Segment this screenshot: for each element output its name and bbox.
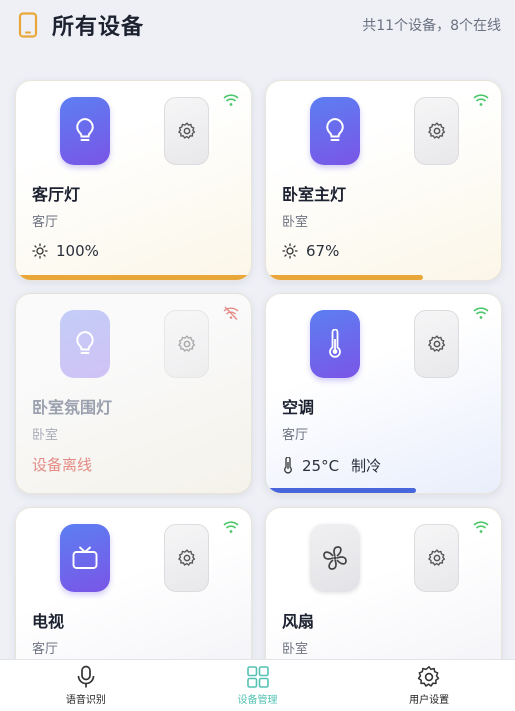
thermometer-small-icon bbox=[284, 457, 292, 474]
device-room: 客厅 bbox=[32, 215, 59, 230]
gear-icon bbox=[177, 122, 195, 139]
device-name: 风扇 bbox=[282, 612, 315, 631]
lightbulb-icon bbox=[60, 310, 110, 378]
wifi-off-icon bbox=[223, 306, 239, 320]
thermometer-icon[interactable] bbox=[310, 310, 360, 378]
gear-icon bbox=[427, 335, 445, 352]
temperature-bar bbox=[266, 488, 417, 493]
temperature-value: 25°C bbox=[302, 456, 340, 475]
device-card-bedroom-main-light[interactable]: 卧室主灯 卧室 67% bbox=[265, 80, 502, 281]
brightness-icon bbox=[282, 243, 298, 259]
device-settings-button[interactable] bbox=[164, 97, 209, 165]
offline-status: 设备离线 bbox=[32, 456, 93, 474]
gear-icon bbox=[417, 666, 440, 687]
device-status: 67% bbox=[282, 242, 339, 260]
device-name: 客厅灯 bbox=[32, 185, 81, 204]
device-name: 卧室主灯 bbox=[282, 185, 347, 204]
ac-mode: 制冷 bbox=[351, 457, 382, 475]
device-card-air-conditioner[interactable]: 空调 客厅 25°C 制冷 bbox=[265, 293, 502, 494]
wifi-icon bbox=[473, 94, 489, 106]
device-room: 客厅 bbox=[32, 642, 59, 657]
wifi-icon bbox=[223, 521, 239, 533]
fan-icon[interactable] bbox=[310, 524, 360, 592]
tab-label: 设备管理 bbox=[237, 695, 278, 706]
brightness-bar bbox=[16, 275, 251, 280]
brightness-icon bbox=[32, 243, 48, 259]
wifi-icon bbox=[473, 521, 489, 533]
gear-icon bbox=[427, 122, 445, 139]
device-settings-button[interactable] bbox=[414, 310, 459, 378]
lightbulb-icon[interactable] bbox=[60, 97, 110, 165]
device-room: 卧室 bbox=[282, 642, 309, 657]
grid-icon bbox=[246, 666, 269, 688]
device-settings-button[interactable] bbox=[414, 524, 459, 592]
tv-icon[interactable] bbox=[60, 524, 110, 592]
device-card-bedroom-ambient-light[interactable]: 卧室氛围灯 卧室 设备离线 bbox=[15, 293, 252, 494]
tab-label: 语音识别 bbox=[65, 695, 106, 706]
gear-icon bbox=[177, 549, 195, 566]
device-room: 卧室 bbox=[282, 215, 309, 230]
brightness-bar bbox=[266, 275, 424, 280]
brightness-value: 67% bbox=[306, 242, 340, 260]
tab-voice-recognition[interactable]: 语音识别 bbox=[0, 660, 172, 711]
wifi-icon bbox=[223, 94, 239, 106]
gear-icon bbox=[177, 335, 195, 352]
device-name: 卧室氛围灯 bbox=[32, 398, 113, 417]
device-room: 卧室 bbox=[32, 428, 59, 443]
device-status: 100% bbox=[32, 242, 99, 260]
microphone-icon bbox=[77, 665, 95, 688]
brightness-value: 100% bbox=[56, 242, 99, 260]
device-settings-button[interactable] bbox=[414, 97, 459, 165]
tab-device-management[interactable]: 设备管理 bbox=[172, 660, 344, 711]
device-settings-button[interactable] bbox=[164, 310, 209, 378]
device-name: 电视 bbox=[32, 612, 65, 631]
device-settings-button[interactable] bbox=[164, 524, 209, 592]
tab-user-settings[interactable]: 用户设置 bbox=[343, 660, 515, 711]
bottom-tab-bar: 语音识别 设备管理 用户设置 bbox=[0, 659, 515, 711]
device-status: 25°C 制冷 bbox=[282, 455, 381, 476]
device-name: 空调 bbox=[282, 398, 315, 417]
device-card-living-room-light[interactable]: 客厅灯 客厅 100% bbox=[15, 80, 252, 281]
device-grid: 客厅灯 客厅 100% 卧室主灯 卧室 67% 卧室氛围灯 卧室 设备离线 空调… bbox=[0, 0, 515, 687]
wifi-icon bbox=[473, 307, 489, 319]
device-room: 客厅 bbox=[282, 428, 309, 443]
lightbulb-icon[interactable] bbox=[310, 97, 360, 165]
gear-icon bbox=[427, 549, 445, 566]
tab-label: 用户设置 bbox=[409, 695, 450, 706]
